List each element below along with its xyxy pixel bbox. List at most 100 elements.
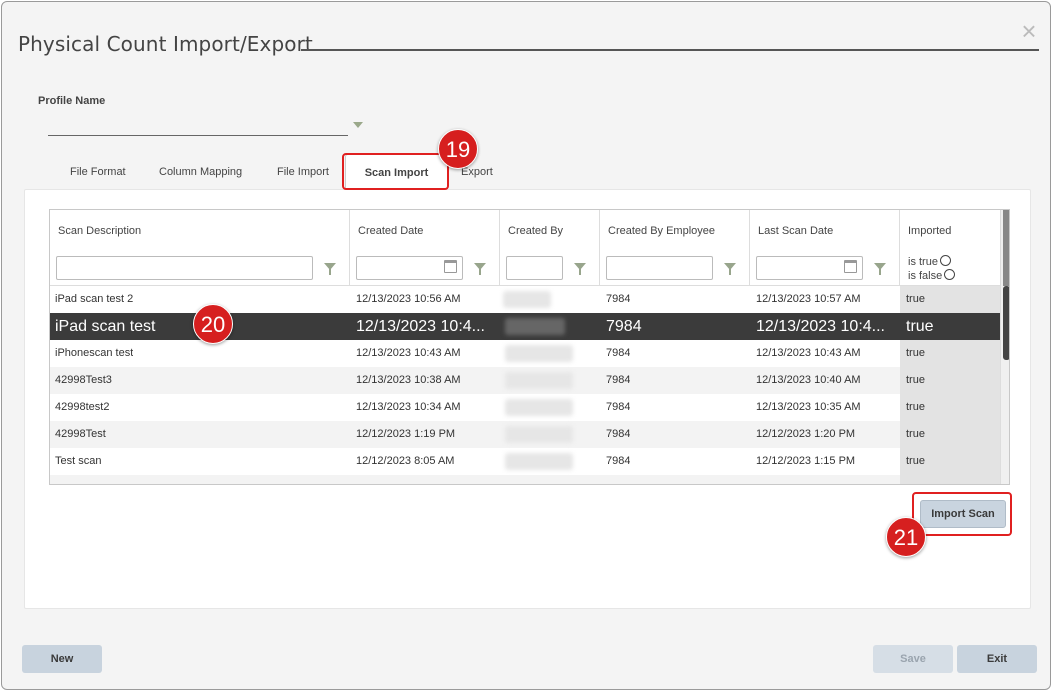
radio-label: is false	[908, 270, 943, 282]
table-row[interactable]: 42998test2 12/13/2023 10:34 AM 7984 12/1…	[50, 394, 1000, 421]
column-header-scan-description: Scan Description	[50, 210, 350, 286]
new-button[interactable]: New	[22, 645, 102, 673]
cell-description: 42998test2	[55, 401, 110, 413]
table-row[interactable]: 42998Test3 12/13/2023 10:38 AM 7984 12/1…	[50, 367, 1000, 394]
table-row[interactable]: iPhonescan test 12/13/2023 10:43 AM 7984…	[50, 340, 1000, 367]
cell-imported: true	[900, 340, 1000, 367]
column-title: Scan Description	[58, 225, 142, 237]
grid-header: Scan Description Created Date Created By…	[50, 210, 1000, 286]
redacted-name	[505, 399, 573, 416]
column-header-last-scan-date: Last Scan Date	[750, 210, 900, 286]
redacted-name	[505, 372, 573, 389]
scrollbar-thumb[interactable]	[1003, 286, 1009, 360]
column-title: Last Scan Date	[758, 225, 834, 237]
radio-label: is true	[908, 256, 938, 268]
tab-export[interactable]: Export	[461, 166, 493, 178]
cell-imported: true	[900, 448, 1000, 475]
radio-circle[interactable]	[939, 255, 951, 266]
column-title: Created By Employee	[608, 225, 715, 237]
cell-imported: true	[900, 367, 1000, 394]
calendar-icon[interactable]	[444, 260, 457, 273]
tab-column-mapping[interactable]: Column Mapping	[159, 166, 242, 178]
cell-imported	[900, 475, 1000, 484]
column-header-created-date: Created Date	[350, 210, 500, 286]
redacted-name	[505, 453, 573, 470]
cell-employee: 7984	[606, 428, 631, 440]
column-header-imported: Imported is true is false	[900, 210, 1000, 286]
cell-imported: true	[900, 421, 1000, 448]
cell-description: iPad scan test 2	[55, 293, 134, 305]
redacted-name	[505, 345, 573, 362]
redacted-name	[503, 291, 551, 308]
redacted-name	[505, 318, 565, 335]
cell-last-scan: 12/13/2023 10:40 AM	[756, 374, 861, 386]
cell-created-date: 12/12/2023 8:05 AM	[356, 455, 455, 467]
cell-last-scan: 12/12/2023 1:15 PM	[756, 455, 856, 467]
radio-circle[interactable]	[944, 269, 956, 280]
cell-created-date: 12/13/2023 10:43 AM	[356, 347, 461, 359]
cell-description: 42998Test3	[55, 374, 112, 386]
filter-icon[interactable]	[324, 263, 336, 275]
chevron-down-icon[interactable]	[353, 122, 363, 128]
cell-last-scan: 12/13/2023 10:35 AM	[756, 401, 861, 413]
cell-last-scan: 12/13/2023 10:4...	[756, 318, 885, 335]
title-divider	[301, 49, 1039, 51]
cell-employee: 7984	[606, 401, 631, 413]
profile-name-label: Profile Name	[38, 95, 106, 107]
profile-name-select[interactable]	[48, 114, 348, 136]
close-icon[interactable]: ×	[1018, 18, 1040, 44]
cell-imported: true	[900, 286, 1000, 313]
redacted-name	[505, 426, 573, 443]
cell-last-scan: 12/13/2023 10:43 AM	[756, 347, 861, 359]
cell-description: Test scan	[55, 455, 102, 467]
cell-employee: 7984	[606, 318, 642, 335]
cell-created-date: 12/13/2023 10:56 AM	[356, 293, 461, 305]
table-row[interactable]: 42998Test 12/12/2023 1:19 PM 7984 12/12/…	[50, 421, 1000, 448]
filter-icon[interactable]	[574, 263, 586, 275]
calendar-icon[interactable]	[844, 260, 857, 273]
save-button[interactable]: Save	[873, 645, 953, 673]
physical-count-dialog: Physical Count Import/Export × Profile N…	[1, 1, 1051, 690]
cell-last-scan: 12/12/2023 1:20 PM	[756, 428, 856, 440]
table-row[interactable]: iPad scan test 2 12/13/2023 10:56 AM 798…	[50, 286, 1000, 313]
dialog-title: Physical Count Import/Export	[18, 32, 313, 56]
table-row[interactable]: Test scan 12/12/2023 8:05 AM 7984 12/12/…	[50, 448, 1000, 475]
tab-file-format[interactable]: File Format	[70, 166, 126, 178]
cell-created-date: 12/13/2023 10:38 AM	[356, 374, 461, 386]
cell-imported: true	[906, 318, 934, 335]
cell-description: iPhonescan test	[55, 347, 134, 359]
imported-false-radio[interactable]: is false	[908, 269, 956, 282]
filter-icon[interactable]	[724, 263, 736, 275]
cell-created-date: 12/12/2023 1:19 PM	[356, 428, 456, 440]
filter-icon[interactable]	[874, 263, 886, 275]
column-title: Imported	[908, 225, 952, 237]
scan-description-filter-input[interactable]	[56, 256, 313, 280]
scan-grid: Scan Description Created Date Created By…	[49, 209, 1010, 485]
step-badge-19: 19	[438, 129, 478, 169]
column-header-created-by-employee: Created By Employee	[600, 210, 750, 286]
cell-employee: 7984	[606, 374, 631, 386]
step-badge-21: 21	[886, 517, 926, 557]
column-header-created-by: Created By	[500, 210, 600, 286]
import-scan-button[interactable]: Import Scan	[920, 500, 1006, 528]
table-row-partial[interactable]	[50, 475, 1000, 484]
cell-created-date: 12/13/2023 10:34 AM	[356, 401, 461, 413]
employee-filter-input[interactable]	[606, 256, 713, 280]
exit-button[interactable]: Exit	[957, 645, 1037, 673]
step-badge-20: 20	[193, 304, 233, 344]
grid-scrollbar[interactable]	[1000, 210, 1009, 484]
imported-true-radio[interactable]: is true	[908, 255, 951, 268]
filter-icon[interactable]	[474, 263, 486, 275]
column-title: Created By	[508, 225, 564, 237]
created-by-filter-input[interactable]	[506, 256, 563, 280]
scrollbar-header-track	[1003, 210, 1009, 286]
cell-imported: true	[900, 394, 1000, 421]
cell-employee: 7984	[606, 347, 631, 359]
cell-employee: 7984	[606, 293, 631, 305]
column-title: Created Date	[358, 225, 424, 237]
tab-file-import[interactable]: File Import	[277, 166, 329, 178]
cell-description: 42998Test	[55, 428, 106, 440]
cell-description: iPad scan test	[55, 318, 156, 335]
tab-scan-import[interactable]: Scan Import	[345, 154, 448, 189]
cell-last-scan: 12/13/2023 10:57 AM	[756, 293, 861, 305]
